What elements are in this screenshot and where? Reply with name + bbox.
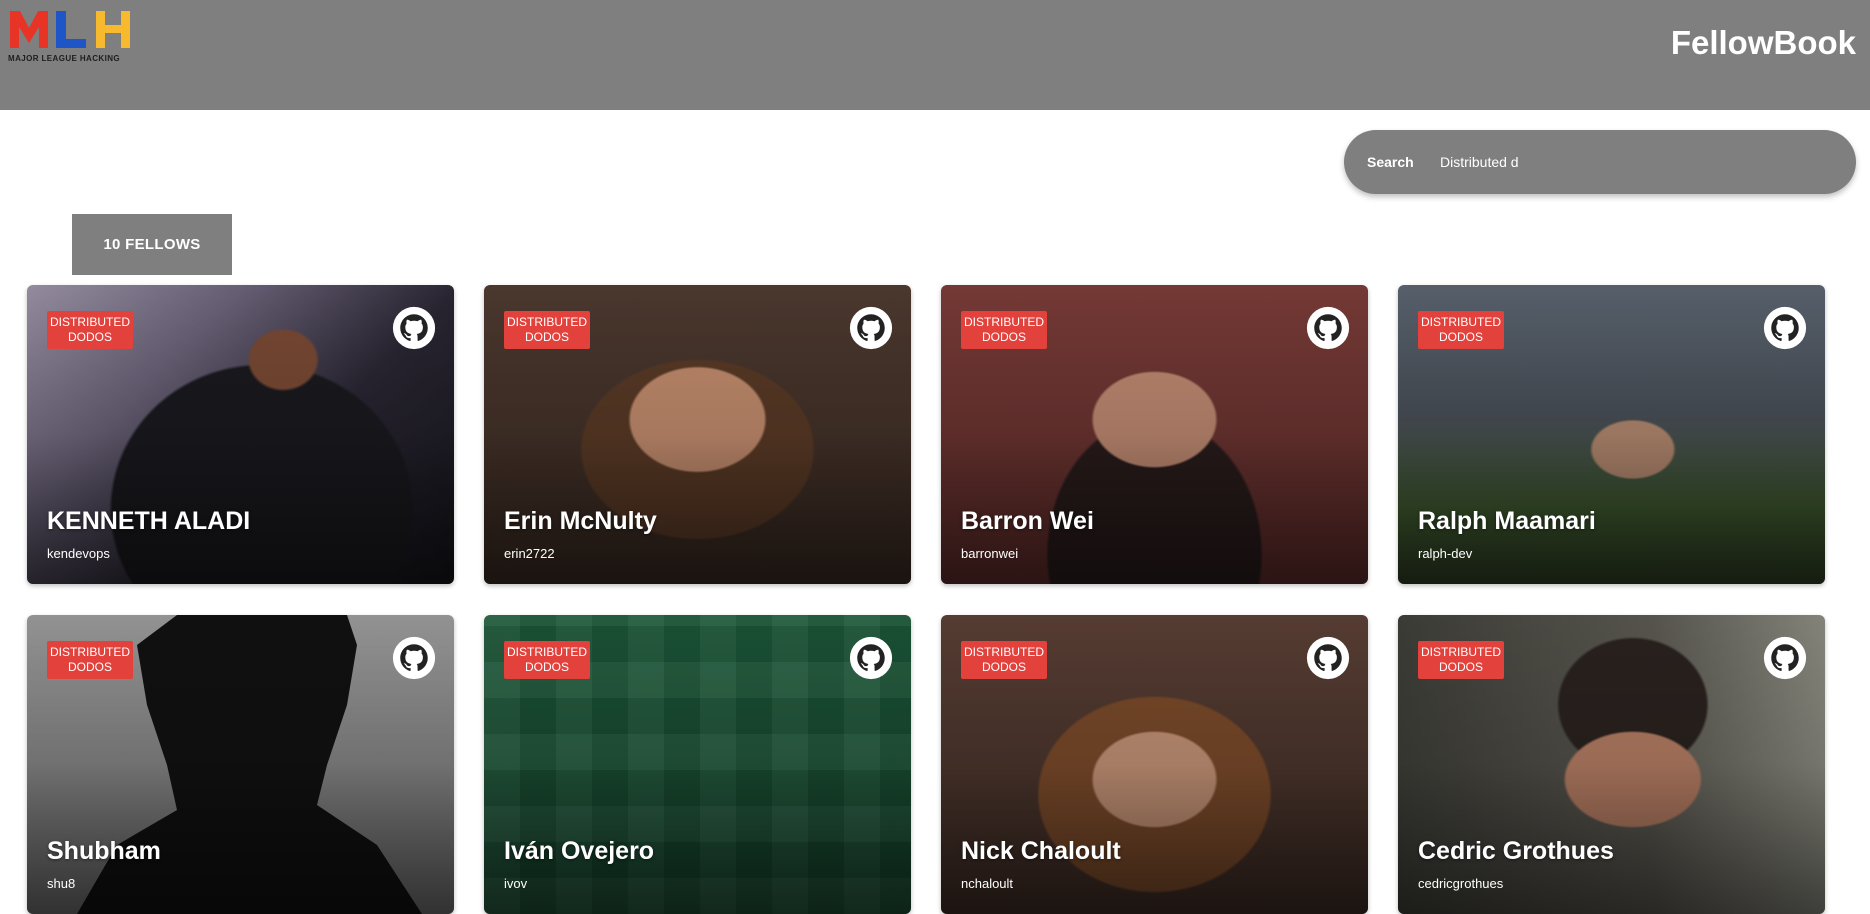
- pod-tag-line2: DODOS: [67, 660, 112, 674]
- fellow-github-handle[interactable]: ralph-dev: [1418, 546, 1472, 561]
- fellow-card[interactable]: DISTRIBUTED DODOS Erin McNulty erin2722: [484, 285, 911, 584]
- pod-tag-line1: DISTRIBUTED: [49, 315, 130, 329]
- fellow-name: Ralph Maamari: [1418, 507, 1596, 535]
- fellow-name: Erin McNulty: [504, 507, 657, 535]
- fellow-card[interactable]: DISTRIBUTED DODOS Shubham shu8: [27, 615, 454, 914]
- pod-tag-line2: DODOS: [67, 330, 112, 344]
- fellow-github-handle[interactable]: nchaloult: [961, 876, 1013, 891]
- logo-subtitle: MAJOR LEAGUE HACKING: [8, 54, 121, 63]
- fellow-name: Iván Ovejero: [504, 837, 655, 865]
- pod-tag: DISTRIBUTED DODOS: [961, 641, 1047, 679]
- fellow-name: Nick Chaloult: [961, 837, 1121, 865]
- pod-tag-line2: DODOS: [524, 660, 569, 674]
- fellow-github-handle[interactable]: kendevops: [47, 546, 110, 561]
- pod-tag: DISTRIBUTED DODOS: [504, 641, 590, 679]
- fellow-github-handle[interactable]: ivov: [504, 876, 527, 891]
- pod-tag-line1: DISTRIBUTED: [1420, 645, 1501, 659]
- fellow-github-handle[interactable]: erin2722: [504, 546, 555, 561]
- pod-tag-line1: DISTRIBUTED: [1420, 315, 1501, 329]
- github-icon[interactable]: [849, 636, 893, 680]
- logo-mark: [8, 8, 134, 50]
- github-icon[interactable]: [392, 636, 436, 680]
- pod-tag-line2: DODOS: [981, 330, 1026, 344]
- fellow-github-handle[interactable]: shu8: [47, 876, 75, 891]
- app-title: FellowBook: [1670, 24, 1856, 61]
- pod-tag: DISTRIBUTED DODOS: [47, 641, 133, 679]
- fellow-name: Cedric Grothues: [1418, 837, 1614, 865]
- fellow-github-handle[interactable]: cedricgrothues: [1418, 876, 1503, 891]
- pod-tag: DISTRIBUTED DODOS: [1418, 311, 1504, 349]
- fellow-name: Barron Wei: [961, 507, 1094, 535]
- search-label: Search: [1367, 154, 1414, 170]
- github-icon[interactable]: [1306, 636, 1350, 680]
- fellow-name: KENNETH ALADI: [47, 507, 251, 535]
- pod-tag-line1: DISTRIBUTED: [506, 315, 587, 329]
- github-icon[interactable]: [1306, 306, 1350, 350]
- logo-letter-h: [92, 8, 134, 50]
- top-header: MAJOR LEAGUE HACKING FellowBook: [0, 0, 1870, 110]
- logo-letter-l: [50, 8, 92, 50]
- mlh-logo[interactable]: MAJOR LEAGUE HACKING: [8, 8, 138, 64]
- fellow-card[interactable]: DISTRIBUTED DODOS Iván Ovejero ivov: [484, 615, 911, 914]
- fellow-github-handle[interactable]: barronwei: [961, 546, 1018, 561]
- fellow-card[interactable]: DISTRIBUTED DODOS Nick Chaloult nchaloult: [941, 615, 1368, 914]
- fellow-card[interactable]: DISTRIBUTED DODOS KENNETH ALADI kendevops: [27, 285, 454, 584]
- pod-tag-line2: DODOS: [1438, 660, 1483, 674]
- github-icon[interactable]: [1763, 636, 1807, 680]
- fellow-card[interactable]: DISTRIBUTED DODOS Barron Wei barronwei: [941, 285, 1368, 584]
- pod-tag-line1: DISTRIBUTED: [506, 645, 587, 659]
- search-bar: Search: [1344, 130, 1856, 194]
- pod-tag-line1: DISTRIBUTED: [49, 645, 130, 659]
- github-icon[interactable]: [1763, 306, 1807, 350]
- fellow-card[interactable]: DISTRIBUTED DODOS Ralph Maamari ralph-dev: [1398, 285, 1825, 584]
- pod-tag-line2: DODOS: [981, 660, 1026, 674]
- github-icon[interactable]: [849, 306, 893, 350]
- pod-tag: DISTRIBUTED DODOS: [961, 311, 1047, 349]
- pod-tag: DISTRIBUTED DODOS: [47, 311, 133, 349]
- pod-tag-line2: DODOS: [524, 330, 569, 344]
- github-icon[interactable]: [392, 306, 436, 350]
- pod-tag: DISTRIBUTED DODOS: [504, 311, 590, 349]
- pod-tag-line1: DISTRIBUTED: [963, 645, 1044, 659]
- fellow-card[interactable]: DISTRIBUTED DODOS Cedric Grothues cedricgro…: [1398, 615, 1825, 914]
- pod-tag-line2: DODOS: [1438, 330, 1483, 344]
- fellows-count-badge: 10 FELLOWS: [72, 214, 232, 275]
- pod-tag-line1: DISTRIBUTED: [963, 315, 1044, 329]
- pod-tag: DISTRIBUTED DODOS: [1418, 641, 1504, 679]
- logo-letter-m: [8, 8, 50, 50]
- fellow-name: Shubham: [47, 837, 161, 865]
- search-input[interactable]: [1434, 144, 1846, 180]
